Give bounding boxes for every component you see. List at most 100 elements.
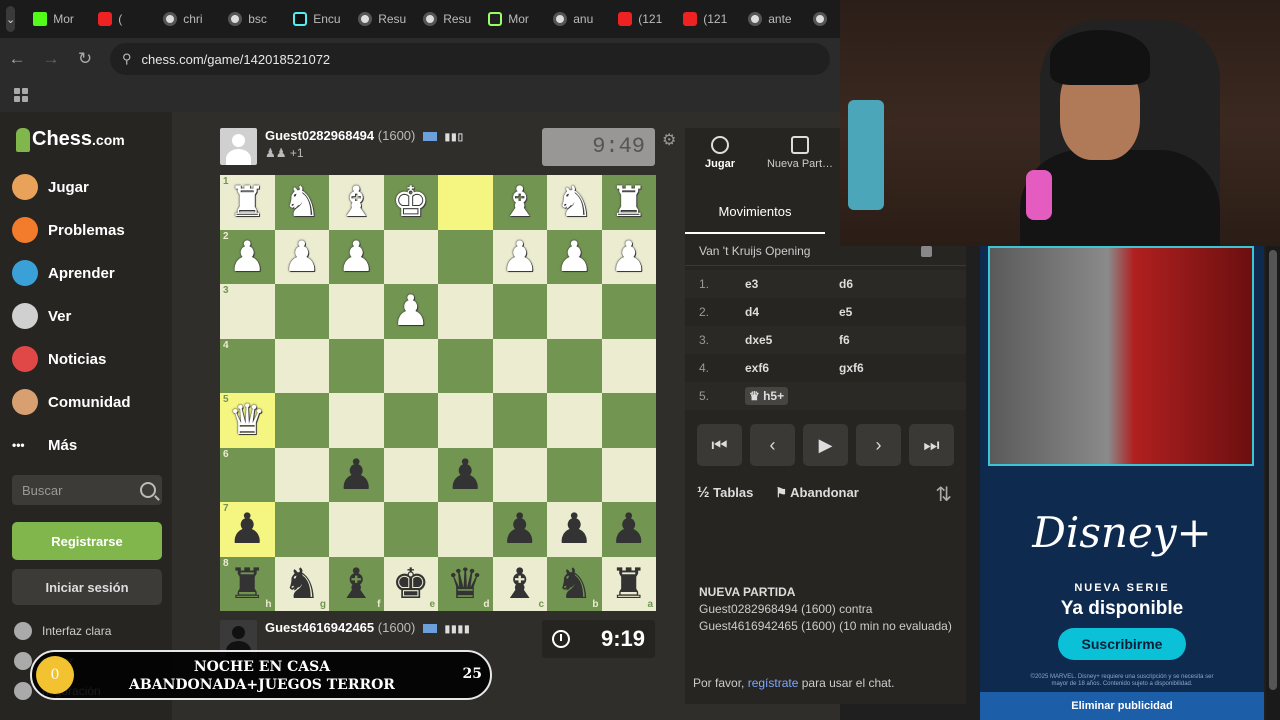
board-square[interactable]: 7 ♟ [220,502,275,557]
board-square[interactable]: g ♞ [274,556,329,611]
board-square[interactable] [547,338,602,393]
top-player-name[interactable]: Guest0282968494 (1600) ▮▮▯ [265,128,464,143]
board-square[interactable]: b ♞ [547,556,602,611]
white-knight-icon[interactable]: ♞ [283,181,321,223]
white-move[interactable]: ♛ h5+ [745,387,789,405]
board-square[interactable]: ♟ [329,447,384,502]
browser-tab[interactable]: anu [547,5,610,33]
black-move[interactable]: e5 [839,305,929,319]
black-pawn-icon[interactable]: ♟ [610,508,648,550]
browser-tab[interactable]: Resu [417,5,480,33]
white-pawn-icon[interactable]: ♟ [555,235,593,278]
back-button[interactable]: ← [0,49,34,69]
board-square[interactable]: ♟ [492,229,547,284]
board-square[interactable] [383,338,438,393]
board-square[interactable] [601,393,656,448]
board-square[interactable] [383,502,438,557]
black-knight-icon[interactable]: ♞ [555,562,593,605]
board-square[interactable]: e ♚ [383,556,438,611]
sidebar-item-problemas[interactable]: Problemas [12,213,125,247]
board-square[interactable]: ♟ [601,502,656,557]
black-rook-icon[interactable]: ♜ [228,562,266,605]
board-square[interactable]: ♜ [601,175,656,230]
board-square[interactable]: ♞ [547,175,602,230]
white-king-icon[interactable]: ♚ [392,181,430,223]
board-square[interactable] [329,393,384,448]
avatar[interactable] [220,128,257,165]
sidebar-item-más[interactable]: ••• Más [12,428,77,462]
black-bishop-icon[interactable]: ♝ [337,562,375,605]
browser-tab[interactable]: chri [157,5,220,33]
black-rook-icon[interactable]: ♜ [610,562,648,605]
board-square[interactable] [492,338,547,393]
scrollbar-thumb[interactable] [1269,250,1277,690]
board-square[interactable]: ♞ [274,175,329,230]
board-square[interactable]: ♝ [492,175,547,230]
next-move-button[interactable]: › [856,424,901,466]
white-pawn-icon[interactable]: ♟ [228,235,266,278]
white-move[interactable]: exf6 [745,361,769,375]
sidebar-item-aprender[interactable]: Aprender [12,256,115,290]
white-rook-icon[interactable]: ♜ [610,181,648,223]
black-move[interactable]: gxf6 [839,361,929,375]
page-scrollbar[interactable] [1266,246,1280,720]
board-square[interactable]: ♟ [274,229,329,284]
black-move[interactable]: d6 [839,277,929,291]
board-square[interactable] [601,338,656,393]
url-field[interactable]: ⚲ chess.com/game/142018521072 [110,43,830,75]
browser-tab[interactable]: Encu [287,5,350,33]
white-pawn-icon[interactable]: ♟ [392,290,430,332]
browser-tab[interactable]: ( [92,5,155,33]
black-pawn-icon[interactable]: ♟ [555,508,593,550]
reload-button[interactable]: ↻ [68,49,102,69]
draw-button[interactable]: ½ Tablas [697,484,753,501]
board-square[interactable]: ♟ [329,229,384,284]
white-move[interactable]: d4 [745,305,759,319]
sidebar-item-comunidad[interactable]: Comunidad [12,385,131,419]
white-bishop-icon[interactable]: ♝ [501,181,539,223]
board-square[interactable] [547,447,602,502]
gear-icon[interactable]: ⚙ [662,130,676,150]
tab-moves[interactable]: Movimientos [685,190,825,234]
board-square[interactable]: ♚ [383,175,438,230]
disney-ad[interactable]: Disney+ NUEVA SERIE Ya disponible Suscri… [980,246,1264,720]
board-square[interactable] [492,284,547,339]
board-square[interactable] [383,393,438,448]
register-link[interactable]: regístrate [748,676,799,690]
chess-board[interactable]: 1 ♜ ♞ ♝ ♚ ♝ ♞ ♜ 2 ♟ ♟ ♟ ♟ ♟ ♟ 3 ♟ 4 5 ♛ 6 ♟ ♟ 7 ♟ ♟ ♟ ♟ 8 h ♜ g ♞ f ♝ e ♚ d ♛ c… [220,175,656,611]
board-square[interactable]: f ♝ [329,556,384,611]
white-queen-icon[interactable]: ♛ [228,399,266,441]
board-square[interactable] [329,284,384,339]
chess-logo[interactable]: Chess .com [16,128,125,152]
board-square[interactable] [383,229,438,284]
white-pawn-icon[interactable]: ♟ [283,235,321,278]
last-move-button[interactable]: ⏭ [909,424,954,466]
login-button[interactable]: Iniciar sesión [12,569,162,605]
register-button[interactable]: Registrarse [12,522,162,560]
sidebar-bottom-item[interactable]: Interfaz clara [14,620,111,642]
board-square[interactable] [274,338,329,393]
remove-ads-button[interactable]: Eliminar publicidad [980,692,1264,720]
board-square[interactable]: 3 [220,284,275,339]
black-pawn-icon[interactable]: ♟ [446,453,484,496]
sidebar-item-jugar[interactable]: Jugar [12,170,89,204]
board-square[interactable]: a ♜ [601,556,656,611]
board-square[interactable]: 1 ♜ [220,175,275,230]
white-pawn-icon[interactable]: ♟ [337,235,375,278]
browser-tab[interactable]: (121 [612,5,675,33]
first-move-button[interactable]: ⏮ [697,424,742,466]
resign-button[interactable]: ⚑ Abandonar [775,485,858,501]
black-pawn-icon[interactable]: ♟ [501,508,539,550]
tab-new-game[interactable]: Nueva Part… [765,128,835,178]
board-square[interactable] [274,502,329,557]
board-square[interactable] [274,447,329,502]
browser-tab[interactable]: Mor [27,5,90,33]
search-icon[interactable] [140,482,156,498]
black-pawn-icon[interactable]: ♟ [228,508,266,550]
book-icon[interactable] [921,246,932,257]
site-info-icon[interactable]: ⚲ [122,51,132,67]
board-square[interactable] [601,284,656,339]
board-square[interactable]: 6 [220,447,275,502]
white-rook-icon[interactable]: ♜ [228,181,266,223]
browser-tab[interactable]: Mor [482,5,545,33]
